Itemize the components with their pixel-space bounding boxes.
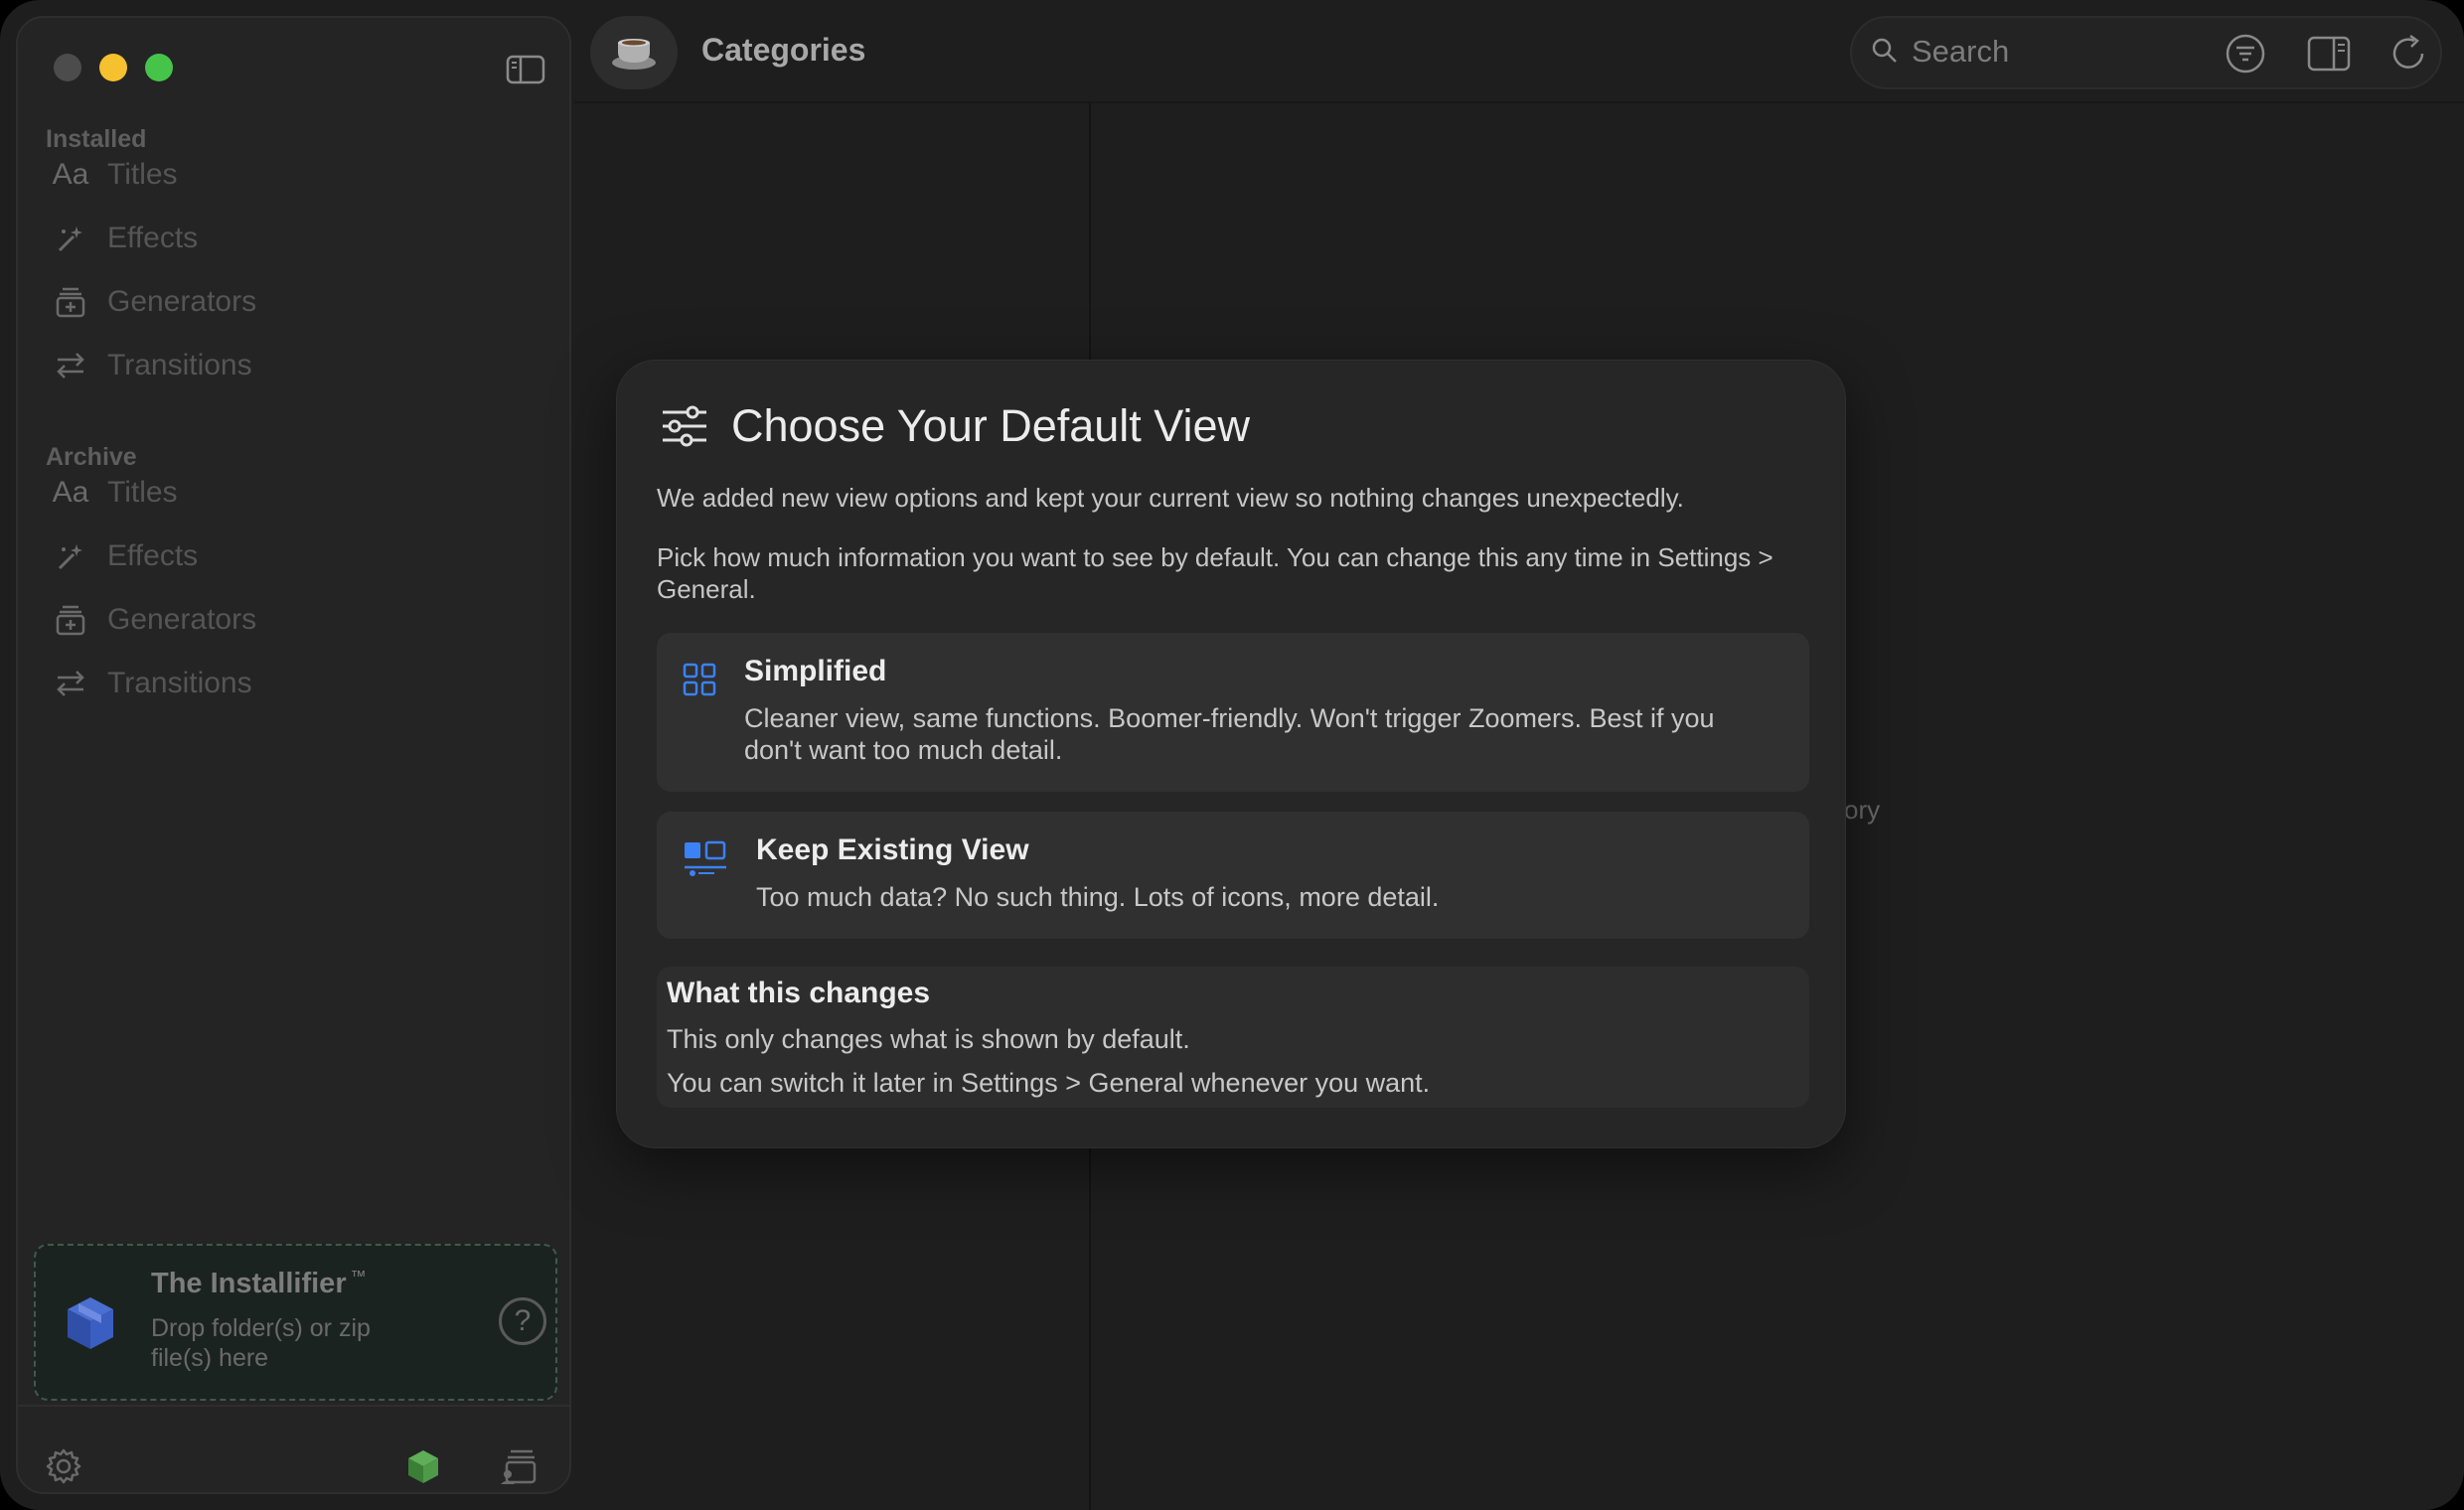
app-window: Installed Aa Titles Effects Generators T… xyxy=(0,0,2464,1510)
sidebar-item-installed-generators[interactable]: Generators xyxy=(54,280,256,324)
installifier-title: The Installifier ™ xyxy=(151,1268,367,1299)
magic-wand-icon xyxy=(54,539,87,573)
close-window-button[interactable] xyxy=(54,54,81,81)
info-title: What this changes xyxy=(667,977,931,1009)
sidebar: Installed Aa Titles Effects Generators T… xyxy=(16,16,571,1494)
sidebar-item-archive-titles[interactable]: Aa Titles xyxy=(52,471,178,515)
filter-icon[interactable] xyxy=(2224,32,2267,76)
installifier-subtitle: Drop folder(s) or zip file(s) here xyxy=(151,1314,371,1372)
option-title: Simplified xyxy=(744,655,887,687)
section-label-installed: Installed xyxy=(46,125,147,153)
dialog-paragraph-2: Pick how much information you want to se… xyxy=(657,542,1773,604)
sliders-icon xyxy=(663,405,706,447)
sidebar-item-label: Titles xyxy=(107,158,178,191)
arrows-swap-icon xyxy=(54,667,87,700)
package-box-icon xyxy=(68,1297,113,1349)
sidebar-divider xyxy=(18,1405,569,1407)
option-description: Cleaner view, same functions. Boomer-fri… xyxy=(744,703,1715,765)
option-title: Keep Existing View xyxy=(756,833,1029,866)
dialog-paragraph-1: We added new view options and kept your … xyxy=(657,483,1684,513)
option-simplified[interactable]: Simplified Cleaner view, same functions.… xyxy=(657,633,1809,792)
what-this-changes-card: What this changes This only changes what… xyxy=(657,967,1809,1108)
aa-text-icon: Aa xyxy=(52,158,89,191)
sidebar-item-archive-generators[interactable]: Generators xyxy=(54,598,256,642)
dialog-title: Choose Your Default View xyxy=(731,400,1251,451)
aa-text-icon: Aa xyxy=(52,476,89,509)
sidebar-item-archive-effects[interactable]: Effects xyxy=(54,534,198,578)
sidebar-item-installed-transitions[interactable]: Transitions xyxy=(54,344,252,387)
refresh-icon[interactable] xyxy=(2387,32,2430,76)
section-label-archive: Archive xyxy=(46,443,137,471)
search-icon xyxy=(1872,38,1897,63)
coffee-cup-button[interactable] xyxy=(590,16,678,89)
sidebar-item-label: Effects xyxy=(107,222,199,254)
sidebar-toggle-icon[interactable] xyxy=(506,54,545,85)
grid-icon xyxy=(683,663,716,696)
detailed-view-icon xyxy=(685,840,726,876)
sidebar-item-label: Generators xyxy=(107,603,257,636)
info-line-2: You can switch it later in Settings > Ge… xyxy=(667,1068,1431,1098)
generator-icon xyxy=(54,603,87,637)
gear-icon[interactable] xyxy=(44,1446,83,1486)
maximize-window-button[interactable] xyxy=(145,54,173,81)
background-placeholder-text: ory xyxy=(1844,795,1881,825)
option-description: Too much data? No such thing. Lots of ic… xyxy=(756,882,1440,912)
library-user-icon[interactable] xyxy=(499,1446,539,1486)
default-view-dialog: Choose Your Default View We added new vi… xyxy=(616,360,1846,1148)
info-line-1: This only changes what is shown by defau… xyxy=(667,1024,1190,1054)
sidebar-item-label: Generators xyxy=(107,285,257,318)
page-title: Categories xyxy=(701,32,866,68)
coffee-cup-icon xyxy=(612,39,656,70)
installifier-drop-zone[interactable]: The Installifier ™ Drop folder(s) or zip … xyxy=(34,1244,557,1401)
sidebar-item-label: Transitions xyxy=(107,667,252,699)
minimize-window-button[interactable] xyxy=(99,54,127,81)
green-package-icon[interactable] xyxy=(403,1446,443,1486)
option-keep-existing-view[interactable]: Keep Existing View Too much data? No suc… xyxy=(657,812,1809,939)
help-icon[interactable]: ? xyxy=(499,1297,546,1345)
arrows-swap-icon xyxy=(54,349,87,382)
sidebar-item-label: Transitions xyxy=(107,349,252,381)
sidebar-item-installed-titles[interactable]: Aa Titles xyxy=(52,153,178,197)
sidebar-item-label: Titles xyxy=(107,476,178,509)
generator-icon xyxy=(54,285,87,319)
search-input[interactable] xyxy=(1912,30,2170,74)
sidebar-item-label: Effects xyxy=(107,539,199,572)
sidebar-item-installed-effects[interactable]: Effects xyxy=(54,217,198,260)
inspector-toggle-icon[interactable] xyxy=(2307,32,2351,76)
sidebar-item-archive-transitions[interactable]: Transitions xyxy=(54,662,252,705)
magic-wand-icon xyxy=(54,222,87,255)
